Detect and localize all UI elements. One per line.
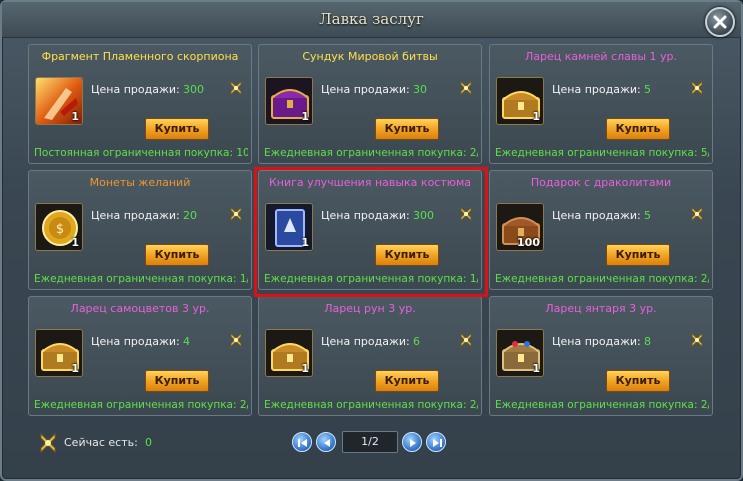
- price-label: Цена продажи:: [91, 83, 180, 96]
- item-name: Подарок с драколитами: [530, 176, 672, 189]
- item-name: Ларец янтаря 3 ур.: [545, 302, 657, 315]
- item-name: Ларец самоцветов 3 ур.: [70, 302, 210, 315]
- shop-item-card: Фрагмент Пламенного скорпиона 1 Цена прода…: [28, 44, 252, 164]
- buy-button[interactable]: Купить: [606, 370, 670, 392]
- prev-page-button[interactable]: [316, 432, 336, 452]
- item-quantity: 1: [301, 110, 309, 123]
- item-name: Монеты желаний: [89, 176, 191, 189]
- buy-button[interactable]: Купить: [145, 244, 209, 266]
- shop-item-card: Ларец камней славы 1 ур. 1 Цена продажи: 5 К…: [489, 44, 713, 164]
- merit-medal-icon: [229, 79, 243, 101]
- svg-text:$: $: [56, 222, 64, 237]
- price-label: Цена продажи:: [91, 335, 180, 348]
- buy-button[interactable]: Купить: [375, 370, 439, 392]
- purchase-limit: Ежедневная ограниченная покупка: 2/: [264, 147, 478, 159]
- merit-medal-icon: [690, 331, 704, 353]
- item-quantity: 1: [71, 236, 79, 249]
- merit-medal-icon: [690, 205, 704, 227]
- item-name: Сундук Мировой битвы: [302, 50, 438, 63]
- price-value: 5: [644, 83, 651, 96]
- window-title: Лавка заслуг: [319, 10, 424, 28]
- price-label: Цена продажи:: [552, 83, 641, 96]
- price-value: 5: [644, 209, 651, 222]
- purchase-limit: Ежедневная ограниченная покупка: 2/: [495, 399, 709, 411]
- purchase-limit: Ежедневная ограниченная покупка: 2/: [34, 399, 248, 411]
- shop-item-card: Сундук Мировой битвы 1 Цена продажи: 30 Купи…: [258, 44, 482, 164]
- price-value: 30: [413, 83, 427, 96]
- purchase-limit: Ежедневная ограниченная покупка: 2/: [495, 273, 709, 285]
- purchase-limit: Ежедневная ограниченная покупка: 1/: [34, 273, 248, 285]
- merit-medal-icon: [459, 331, 473, 353]
- currency-label: Сейчас есть:: [64, 436, 138, 449]
- last-page-button[interactable]: [426, 432, 446, 452]
- merit-medal-icon: [690, 79, 704, 101]
- price-label: Цена продажи:: [321, 335, 410, 348]
- shop-item-card: Ларец самоцветов 3 ур. 1 Цена продажи: 4 Куп…: [28, 296, 252, 416]
- last-page-icon: [433, 439, 442, 447]
- item-quantity: 1: [71, 110, 79, 123]
- price-value: 20: [183, 209, 197, 222]
- merit-medal-icon: [40, 432, 56, 454]
- first-page-icon: [298, 439, 307, 447]
- next-page-icon: [410, 439, 416, 447]
- item-slot[interactable]: 1: [496, 329, 544, 377]
- shop-item-card: Ларец янтаря 3 ур. 1 Цена продажи: 8 Купить Е…: [489, 296, 713, 416]
- item-slot[interactable]: 1: [265, 329, 313, 377]
- item-slot[interactable]: $1: [35, 203, 83, 251]
- merit-medal-icon: [459, 79, 473, 101]
- item-slot[interactable]: 100: [496, 203, 544, 251]
- item-quantity: 1: [532, 362, 540, 375]
- first-page-button[interactable]: [292, 432, 312, 452]
- item-slot[interactable]: 1: [496, 77, 544, 125]
- price-label: Цена продажи:: [321, 83, 410, 96]
- close-icon: [713, 15, 727, 29]
- item-name: Ларец рун 3 ур.: [324, 302, 416, 315]
- price-label: Цена продажи:: [552, 335, 641, 348]
- price-value: 8: [644, 335, 651, 348]
- prev-page-icon: [324, 439, 330, 447]
- buy-button[interactable]: Купить: [145, 370, 209, 392]
- page-indicator: 1/2: [342, 431, 398, 453]
- item-slot[interactable]: 1: [35, 329, 83, 377]
- item-quantity: 100: [517, 236, 540, 249]
- item-quantity: 1: [71, 362, 79, 375]
- price-value: 4: [183, 335, 190, 348]
- close-button[interactable]: [705, 7, 735, 37]
- item-name: Ларец камней славы 1 ур.: [524, 50, 677, 63]
- item-slot[interactable]: 1: [265, 77, 313, 125]
- purchase-limit: Ежедневная ограниченная покупка: 2/: [264, 399, 478, 411]
- currency-value: 0: [145, 436, 152, 449]
- selected-item-highlight: [254, 167, 488, 297]
- merit-medal-icon: [229, 205, 243, 227]
- buy-button[interactable]: Купить: [606, 118, 670, 140]
- item-name: Фрагмент Пламенного скорпиона: [41, 50, 239, 63]
- price-value: 300: [183, 83, 204, 96]
- item-slot[interactable]: 1: [35, 77, 83, 125]
- shop-item-card: Подарок с драколитами 100 Цена продажи: 5 Ку…: [489, 170, 713, 290]
- price-label: Цена продажи:: [91, 209, 180, 222]
- buy-button[interactable]: Купить: [606, 244, 670, 266]
- shop-item-card: Ларец рун 3 ур. 1 Цена продажи: 6 Купить Ежед…: [258, 296, 482, 416]
- next-page-button[interactable]: [402, 432, 422, 452]
- item-quantity: 1: [301, 362, 309, 375]
- item-quantity: 1: [532, 110, 540, 123]
- buy-button[interactable]: Купить: [375, 118, 439, 140]
- price-value: 6: [413, 335, 420, 348]
- merit-medal-icon: [229, 331, 243, 353]
- buy-button[interactable]: Купить: [145, 118, 209, 140]
- purchase-limit: Постоянная ограниченная покупка: 10,: [34, 147, 248, 159]
- title-bar: Лавка заслуг: [2, 2, 741, 38]
- purchase-limit: Ежедневная ограниченная покупка: 5/: [495, 147, 709, 159]
- price-label: Цена продажи:: [552, 209, 641, 222]
- shop-item-card: Монеты желаний $1 Цена продажи: 20 Купить Еже…: [28, 170, 252, 290]
